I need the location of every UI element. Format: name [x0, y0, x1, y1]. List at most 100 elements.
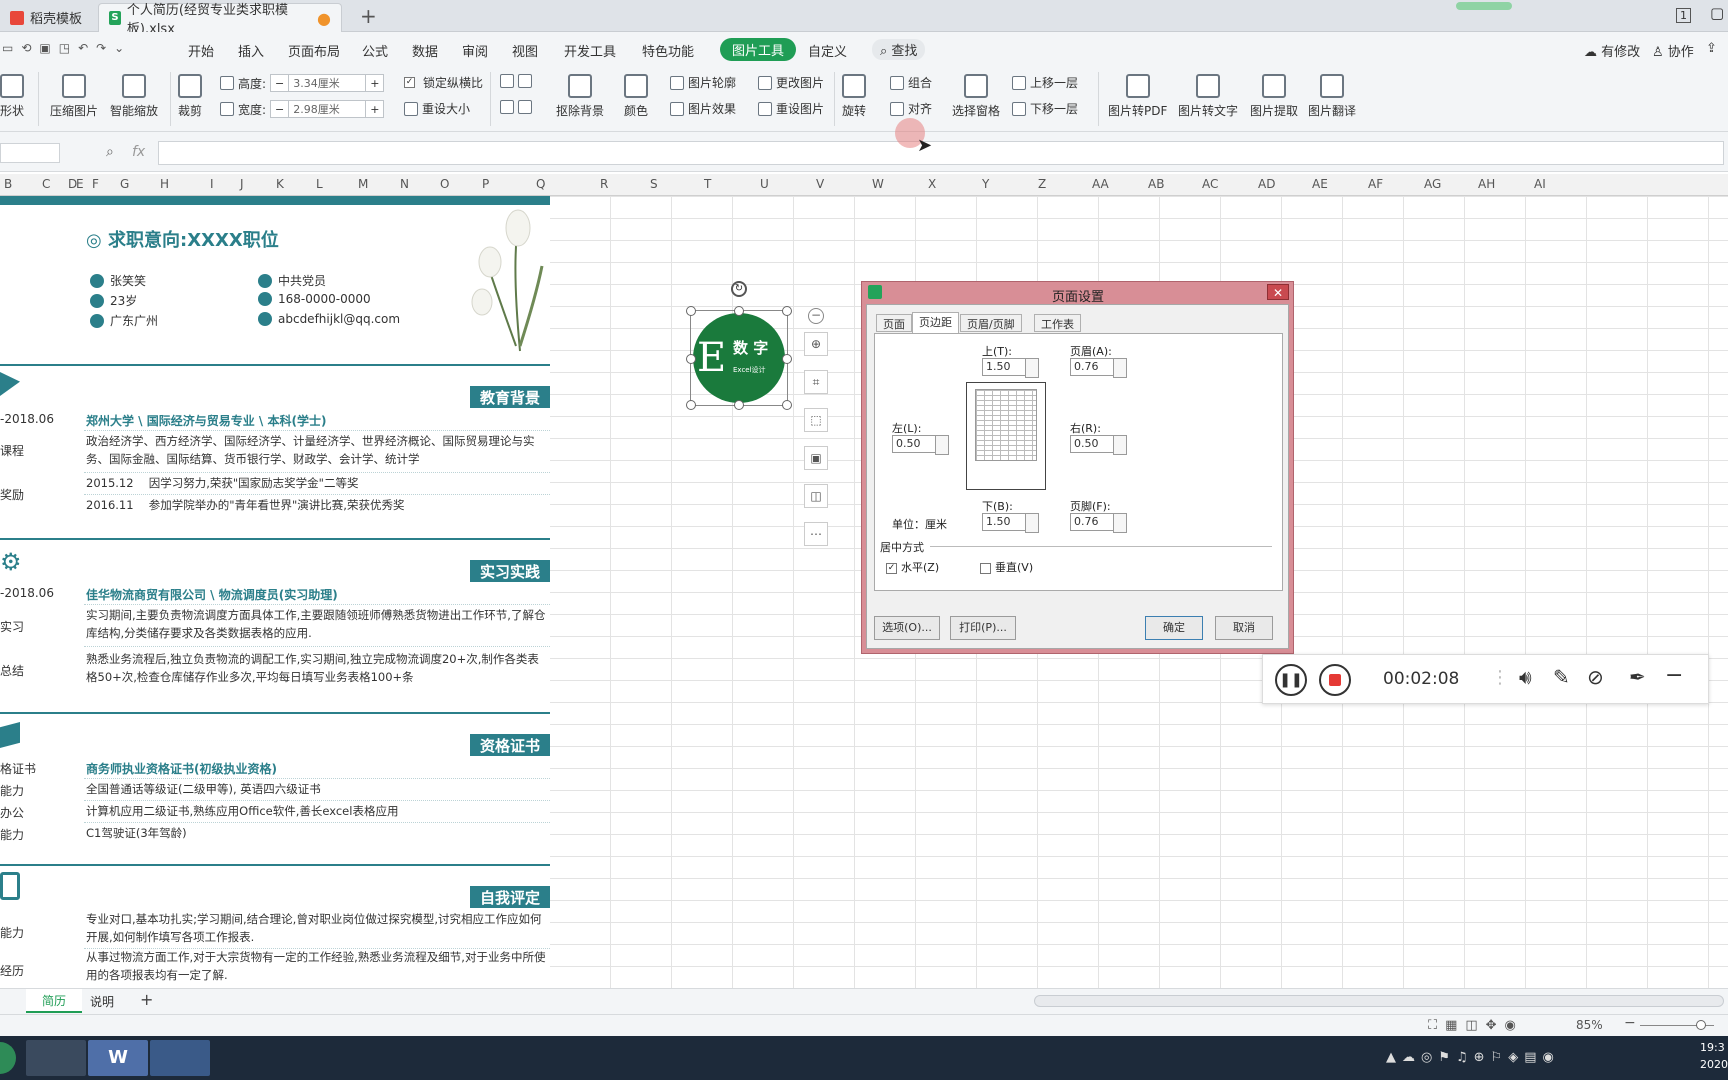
column-header[interactable]: Z — [1038, 177, 1046, 191]
menu-home[interactable]: 开始 — [188, 41, 214, 60]
top-margin-input[interactable]: 1.50 — [982, 358, 1039, 378]
menu-custom[interactable]: 自定义 — [808, 41, 847, 60]
sheet-tab-notes[interactable]: 说明 — [90, 993, 114, 1010]
select-area-icon[interactable]: ⬚ — [804, 408, 828, 432]
sheet-tab-resume[interactable]: 简历 — [26, 989, 82, 1013]
column-header[interactable]: AE — [1312, 177, 1328, 191]
lock-ratio-checkbox[interactable]: ✓ 锁定纵横比 — [404, 74, 483, 91]
tab-margins[interactable]: 页边距 — [912, 312, 959, 333]
column-header[interactable]: Q — [536, 177, 545, 191]
crop-button[interactable]: 裁剪 — [178, 74, 202, 119]
reset-pic-button[interactable]: 重设图片 — [758, 100, 824, 117]
add-sheet-icon[interactable]: + — [140, 990, 153, 1009]
column-header[interactable]: H — [160, 177, 169, 191]
resize-handle[interactable] — [782, 400, 792, 410]
window-control-icon[interactable]: ▢ — [1710, 4, 1724, 22]
new-tab-plus-icon[interactable]: + — [360, 4, 377, 28]
column-header[interactable]: M — [358, 177, 368, 191]
tab-page[interactable]: 页面 — [876, 314, 912, 332]
smart-zoom-button[interactable]: 智能缩放 — [110, 74, 158, 119]
left-margin-input[interactable]: 0.50 — [892, 435, 949, 455]
recorder-taskbar-icon[interactable] — [150, 1040, 210, 1076]
edit-status[interactable]: ☁ 有修改 — [1584, 41, 1640, 60]
column-header[interactable]: AA — [1092, 177, 1109, 191]
height-plus[interactable]: + — [366, 77, 383, 90]
resize-handle[interactable] — [686, 306, 696, 316]
image-convert-icon[interactable]: ◫ — [804, 484, 828, 508]
column-header[interactable]: P — [482, 177, 489, 191]
height-minus[interactable]: − — [271, 77, 288, 90]
file-explorer-icon[interactable] — [26, 1040, 86, 1076]
column-header[interactable]: I — [210, 177, 214, 191]
crop-float-icon[interactable]: ⌗ — [804, 370, 828, 394]
column-header[interactable]: S — [650, 177, 658, 191]
width-minus[interactable]: − — [271, 103, 288, 116]
to-text-button[interactable]: 图片转文字 — [1178, 74, 1238, 119]
drag-handle-icon[interactable]: ⋮ — [1491, 667, 1509, 688]
change-pic-button[interactable]: 更改图片 — [758, 74, 824, 91]
adjust-icons-top[interactable] — [500, 74, 532, 88]
center-horizontal-checkbox[interactable]: ✓ 水平(Z) — [886, 559, 939, 575]
right-margin-input[interactable]: 0.50 — [1070, 435, 1127, 455]
extract-button[interactable]: 图片提取 — [1250, 74, 1298, 119]
height-spinner[interactable]: −3.34厘米 + — [270, 74, 385, 92]
resize-handle[interactable] — [686, 400, 696, 410]
reset-size-button[interactable]: 重设大小 — [404, 100, 470, 117]
column-header[interactable]: L — [316, 177, 323, 191]
footer-margin-input[interactable]: 0.76 — [1070, 513, 1127, 533]
rotate-handle-icon[interactable]: ↻ — [731, 281, 747, 297]
column-header[interactable]: AC — [1202, 177, 1218, 191]
column-header[interactable]: J — [240, 177, 244, 191]
zoom-level[interactable]: 85% — [1576, 1018, 1603, 1032]
column-header[interactable]: U — [760, 177, 769, 191]
zoom-out-icon[interactable]: − — [1624, 1015, 1636, 1031]
width-spinner[interactable]: −2.98厘米 + — [270, 100, 385, 118]
column-header[interactable]: V — [816, 177, 824, 191]
fx-icon[interactable]: fx — [132, 144, 145, 160]
compress-button[interactable]: 压缩图片 — [50, 74, 98, 119]
dialog-close-icon[interactable]: ✕ — [1267, 284, 1289, 300]
center-vertical-checkbox[interactable]: 垂直(V) — [980, 559, 1033, 575]
image-edit-icon[interactable]: ▣ — [804, 446, 828, 470]
effect-button[interactable]: 图片效果 — [670, 100, 736, 117]
view-mode-icons[interactable]: ⛶▦◫✥◉ — [1428, 1018, 1524, 1033]
column-header[interactable]: E — [76, 177, 84, 191]
menu-page-layout[interactable]: 页面布局 — [288, 41, 340, 60]
column-header[interactable]: Y — [982, 177, 989, 191]
pause-icon[interactable]: ❚❚ — [1275, 664, 1307, 696]
resize-handle[interactable] — [686, 354, 696, 364]
bring-up-button[interactable]: 上移一层 — [1012, 74, 1078, 91]
resize-handle[interactable] — [782, 354, 792, 364]
column-header[interactable]: AF — [1368, 177, 1383, 191]
tab-resume-file[interactable]: S 个人简历(经贸专业类求职模板).xlsx ● — [98, 3, 342, 37]
camera-off-icon[interactable]: ⊘ — [1587, 665, 1604, 689]
horizontal-scrollbar[interactable] — [1034, 995, 1724, 1007]
menu-review[interactable]: 审阅 — [462, 41, 488, 60]
stop-button[interactable] — [1319, 664, 1351, 696]
system-tray-icons[interactable]: ▲☁◎⚑♫⊕⚐◈▤◉ — [1386, 1050, 1560, 1065]
header-margin-input[interactable]: 0.76 — [1070, 358, 1127, 378]
column-header[interactable]: AG — [1424, 177, 1441, 191]
quick-access-icons[interactable]: ▭⟲▣◳↶↷⌄ — [2, 41, 132, 55]
outline-button[interactable]: 图片轮廓 — [670, 74, 736, 91]
color-button[interactable]: 颜色 — [624, 74, 648, 119]
collab-button[interactable]: ♙ 协作 — [1652, 41, 1694, 60]
name-box[interactable] — [0, 143, 60, 163]
print-button[interactable]: 打印(P)... — [950, 616, 1016, 640]
align-button[interactable]: 对齐 — [890, 100, 932, 117]
share-icon[interactable]: ⇪ — [1706, 41, 1717, 56]
logo-picture-selection[interactable]: E 数 字 Excel设计 ↻ — [686, 281, 792, 410]
column-header[interactable]: AI — [1534, 177, 1546, 191]
menu-features[interactable]: 特色功能 — [642, 41, 694, 60]
formula-input[interactable] — [158, 141, 1724, 165]
cancel-button[interactable]: 取消 — [1215, 616, 1273, 640]
zoom-formula-icon[interactable]: ⌕ — [106, 144, 114, 160]
tab-header-footer[interactable]: 页眉/页脚 — [960, 314, 1022, 332]
translate-button[interactable]: 图片翻译 — [1308, 74, 1356, 119]
shape-button[interactable]: 形状 — [0, 74, 24, 119]
wps-taskbar-icon[interactable]: W — [88, 1040, 148, 1076]
rotate-button[interactable]: 旋转 — [842, 74, 866, 119]
tab-docer-templates[interactable]: 稻壳模板 — [0, 3, 92, 32]
resize-handle[interactable] — [734, 306, 744, 316]
to-pdf-button[interactable]: 图片转PDF — [1108, 74, 1167, 119]
